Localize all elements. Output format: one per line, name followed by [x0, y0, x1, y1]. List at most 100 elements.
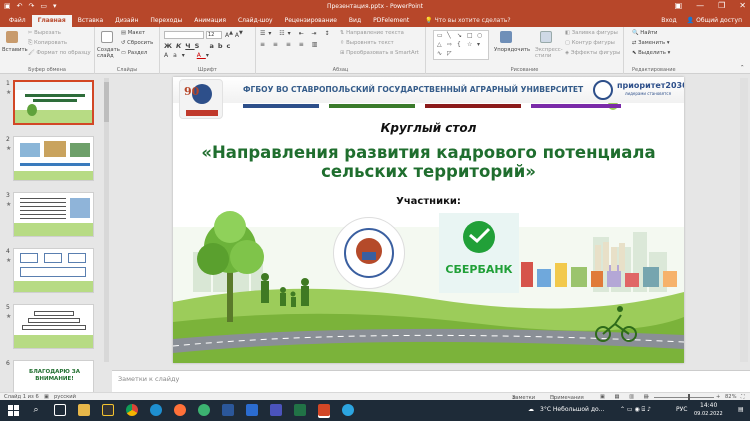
- text-direction-button[interactable]: ⇅ Направление текста: [340, 30, 404, 36]
- font-size-buttons[interactable]: A▲ A▼: [225, 30, 243, 39]
- file-explorer-icon[interactable]: [78, 404, 90, 416]
- replace-button[interactable]: ⇄ Заменить ▾: [632, 40, 670, 46]
- tab-view[interactable]: Вид: [343, 15, 367, 27]
- select-button[interactable]: ⬉ Выделить ▾: [632, 50, 670, 56]
- section-button[interactable]: ▭ Раздел: [121, 50, 147, 56]
- shape-outline-button[interactable]: ▢ Контур фигуры: [565, 40, 615, 46]
- language-switch[interactable]: РУС: [676, 406, 687, 413]
- task-view-icon[interactable]: [54, 404, 66, 416]
- find-button[interactable]: 🔍 Найти: [632, 30, 658, 36]
- current-slide[interactable]: 90 ФГБОУ ВО СТАВРОПОЛЬСКИЙ ГОСУДАРСТВЕНН…: [173, 77, 684, 363]
- animation-star-icon: ★: [6, 201, 12, 208]
- telegram-icon[interactable]: [342, 404, 354, 416]
- tab-slideshow[interactable]: Слайд-шоу: [232, 15, 279, 27]
- excel-icon[interactable]: [294, 404, 306, 416]
- collapse-ribbon-icon[interactable]: ⌃: [740, 65, 744, 71]
- scrollbar-thumb[interactable]: [104, 82, 109, 122]
- signin-link[interactable]: Вход: [661, 15, 677, 27]
- format-painter-button[interactable]: 🖌 Формат по образцу: [28, 50, 91, 56]
- tab-home[interactable]: Главная: [31, 15, 72, 27]
- text-direction-icon: ⇅: [340, 30, 345, 36]
- editing-group-label: Редактирование: [632, 67, 676, 73]
- thumbnail-scrollbar[interactable]: [104, 78, 109, 362]
- powerpoint-icon[interactable]: [318, 404, 330, 416]
- close-button[interactable]: ✕: [739, 1, 746, 10]
- notes-pane[interactable]: Заметки к слайду: [112, 370, 750, 392]
- clock-time[interactable]: 14:40: [700, 402, 717, 409]
- app-icon[interactable]: [198, 404, 210, 416]
- font-group: 12 A▲ A▼ ЖКЧS abc Аа▾ A▾ Шрифт: [160, 27, 256, 74]
- quick-styles-button[interactable]: Экспресс-стили: [535, 47, 565, 59]
- arrange-button[interactable]: Упорядочить: [494, 47, 530, 53]
- ribbon-tabs: Файл Главная Вставка Дизайн Переходы Ани…: [0, 14, 750, 27]
- notifications-icon[interactable]: ▤: [738, 406, 744, 413]
- tell-me-search[interactable]: 💡 Что вы хотите сделать?: [415, 15, 510, 27]
- shape-curve-icon: ∿: [437, 50, 443, 57]
- batman-app-icon[interactable]: [102, 404, 114, 416]
- tab-review[interactable]: Рецензирование: [279, 15, 343, 27]
- quick-styles-icon[interactable]: [540, 31, 552, 43]
- weather-icon[interactable]: ☁: [528, 406, 534, 413]
- shape-effects-button[interactable]: ◈ Эффекты фигуры: [565, 50, 620, 56]
- new-slide-icon[interactable]: [101, 31, 113, 43]
- search-icon[interactable]: ⌕: [30, 404, 42, 416]
- new-slide-button[interactable]: Создать слайд: [97, 47, 120, 59]
- arrange-icon[interactable]: [500, 31, 512, 43]
- word-icon[interactable]: [222, 404, 234, 416]
- animation-star-icon: ★: [6, 145, 12, 152]
- tab-insert[interactable]: Вставка: [72, 15, 109, 27]
- list-buttons[interactable]: ☰▾ ☷▾ ⇤ ⇥ ↕: [260, 30, 333, 37]
- tab-file[interactable]: Файл: [3, 15, 32, 27]
- tab-design[interactable]: Дизайн: [109, 15, 144, 27]
- paste-icon[interactable]: [6, 31, 18, 43]
- maximize-button[interactable]: ❐: [718, 1, 725, 10]
- thumbnail-preview: [13, 80, 94, 125]
- edge-icon[interactable]: [150, 404, 162, 416]
- zoom-slider[interactable]: [654, 397, 714, 398]
- paste-button[interactable]: Вставить: [2, 47, 28, 53]
- thumbnail-slide-1[interactable]: 1 ★: [0, 80, 112, 128]
- thumbnail-slide-3[interactable]: 3 ★: [0, 192, 112, 240]
- font-name-box[interactable]: [164, 31, 204, 39]
- word-doc-icon[interactable]: [246, 404, 258, 416]
- section-icon: ▭: [121, 50, 127, 56]
- shapes-gallery[interactable]: ▭ ╲ ↘ □ ○ △ ⇨ { ☆ ▾ ∿ ◸: [433, 30, 489, 60]
- reset-button[interactable]: ↺ Сбросить: [121, 40, 153, 46]
- align-buttons[interactable]: ≡ ≡ ≡ ≡ ▥: [260, 41, 320, 48]
- tab-transitions[interactable]: Переходы: [144, 15, 188, 27]
- font-style-buttons[interactable]: ЖКЧS abc: [164, 42, 234, 50]
- font-size-box[interactable]: 12: [206, 31, 222, 39]
- copy-button[interactable]: ⎘ Копировать: [28, 40, 67, 47]
- clock-date[interactable]: 09.02.2022: [694, 411, 723, 417]
- minimize-button[interactable]: —: [696, 1, 704, 10]
- slide-thumbnail-pane: 1 ★ 2 ★ 3 ★ 4 ★ 5 ★ 6 БЛАГОДАРЮ ЗА ВНИМА…: [0, 74, 112, 400]
- weather-text[interactable]: 3°С Небольшой до...: [540, 406, 604, 413]
- slide-scrollbar[interactable]: [740, 78, 748, 362]
- tray-icons[interactable]: ⌃ ▭ ◉ ⌸ ♪: [620, 406, 651, 414]
- chrome-icon[interactable]: [126, 404, 138, 416]
- thumbnail-slide-6[interactable]: 6 БЛАГОДАРЮ ЗА ВНИМАНИЕ!: [0, 360, 112, 400]
- layout-button[interactable]: ▤ Макет: [121, 30, 145, 36]
- ribbon-display-icon[interactable]: ▣: [675, 1, 683, 10]
- check-icon: [469, 227, 491, 244]
- thumbnail-slide-2[interactable]: 2 ★: [0, 136, 112, 184]
- align-text-button[interactable]: ⇳ Выровнять текст: [340, 40, 394, 46]
- sberbank-logo: СБЕРБАНК: [439, 213, 519, 293]
- tab-animations[interactable]: Анимация: [188, 15, 232, 27]
- smartart-button[interactable]: ⊞ Преобразовать в SmartArt: [340, 50, 419, 56]
- font-color-buttons[interactable]: Аа▾ A▾: [164, 52, 214, 59]
- thumbnail-preview: [13, 136, 94, 181]
- windows-start-icon[interactable]: [8, 405, 20, 417]
- shape-fill-button[interactable]: ◧ Заливка фигуры: [565, 30, 618, 36]
- thumbnail-slide-5[interactable]: 5 ★: [0, 304, 112, 352]
- teams-icon[interactable]: [270, 404, 282, 416]
- window-controls: ▣ — ❐ ✕: [675, 1, 746, 10]
- shape-brace-icon: {: [457, 41, 461, 48]
- thumbnail-slide-4[interactable]: 4 ★: [0, 248, 112, 296]
- firefox-icon[interactable]: [174, 404, 186, 416]
- tab-pdfelement[interactable]: PDFelement: [367, 15, 415, 27]
- tell-me-label: Что вы хотите сделать?: [434, 17, 511, 24]
- shape-line-icon: ╲: [447, 32, 451, 39]
- share-button[interactable]: 👤 Общий доступ: [687, 15, 742, 27]
- cut-button[interactable]: ✂ Вырезать: [28, 30, 61, 36]
